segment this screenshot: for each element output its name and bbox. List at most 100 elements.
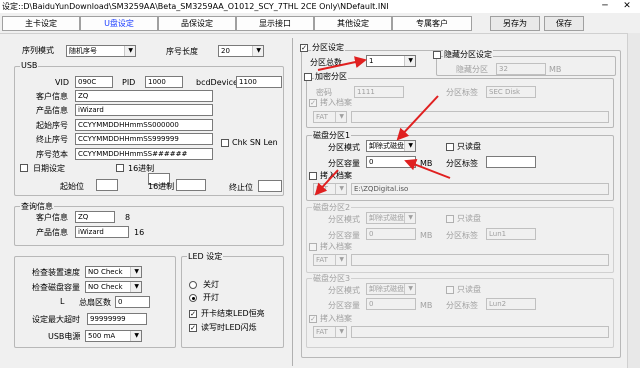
disk3-tag-input[interactable]: Lun2 bbox=[486, 298, 536, 310]
disk3-insert-checkbox[interactable]: ✓ bbox=[309, 315, 317, 323]
led-off-label: 关灯 bbox=[203, 280, 219, 289]
usb-power-label: USB电源 bbox=[48, 332, 81, 341]
disk3-mode-label: 分区模式 bbox=[328, 286, 360, 295]
start-pos-label: 起始位 bbox=[60, 182, 84, 191]
sectors-input[interactable]: 0 bbox=[115, 296, 150, 308]
disk1-tag-label: 分区标签 bbox=[446, 159, 478, 168]
hidden-part-label: 隐藏分区 bbox=[456, 65, 488, 74]
disk3-readonly-label: 只读盘 bbox=[457, 285, 481, 294]
save-as-button[interactable]: 另存为 bbox=[490, 16, 540, 31]
serial-mode-label: 序列模式 bbox=[22, 46, 54, 55]
capacity-select[interactable]: NO Check ▼ bbox=[85, 281, 142, 293]
speed-select[interactable]: NO Check ▼ bbox=[85, 266, 142, 278]
disk1-cap-label: 分区容量 bbox=[328, 159, 360, 168]
save-button[interactable]: 保存 bbox=[544, 16, 584, 31]
encrypt-fat-select[interactable]: FAT ▼ bbox=[313, 111, 347, 123]
password-input[interactable]: 1111 bbox=[354, 86, 404, 98]
encrypt-tag-input[interactable]: SEC Disk bbox=[486, 86, 536, 98]
window-titlebar: 设定::D\BaiduYunDownload\SM3259AA\Beta_SM3… bbox=[0, 0, 640, 13]
led-blink-checkbox[interactable]: ✓ bbox=[189, 324, 197, 332]
hidden-part-input[interactable]: 32 bbox=[496, 63, 546, 75]
pid-input[interactable]: 1000 bbox=[145, 76, 183, 88]
disk2-mode-select[interactable]: 卸除式磁盘 ▼ bbox=[366, 212, 416, 224]
serial-mode-select[interactable]: 随机序号 ▼ bbox=[66, 45, 136, 57]
disk1-mode-select[interactable]: 卸除式磁盘 ▼ bbox=[366, 140, 416, 152]
tab-main-card[interactable]: 主卡设定 bbox=[2, 16, 80, 31]
disk1-fat-select[interactable]: FAT ▼ bbox=[313, 183, 347, 195]
disk1-tag-input[interactable] bbox=[486, 156, 536, 168]
disk3-mode-select[interactable]: 卸除式磁盘 ▼ bbox=[366, 283, 416, 295]
disk1-insert-checkbox[interactable] bbox=[309, 172, 317, 180]
led-on-radio[interactable] bbox=[189, 294, 197, 302]
chevron-down-icon: ▼ bbox=[408, 142, 413, 149]
encrypt-insert-checkbox[interactable]: ✓ bbox=[309, 99, 317, 107]
disk1-cap-input[interactable]: 0 bbox=[366, 156, 416, 168]
max-timeout-input[interactable]: 99999999 bbox=[87, 313, 147, 325]
disk2-tag-input[interactable]: Lun1 bbox=[486, 228, 536, 240]
end-sn-input[interactable]: CCYYMMDDHHmmSS999999 bbox=[75, 133, 213, 145]
disk2-cap-label: 分区容量 bbox=[328, 231, 360, 240]
bcd-input[interactable]: 1100 bbox=[236, 76, 282, 88]
tab-udisk[interactable]: U盘设定 bbox=[80, 16, 158, 31]
scrollbar[interactable] bbox=[627, 33, 640, 368]
minimize-icon[interactable]: ─ bbox=[598, 0, 612, 13]
date-setting-label: 日期设定 bbox=[33, 164, 65, 173]
disk2-cap-input[interactable]: 0 bbox=[366, 228, 416, 240]
query-customer-input[interactable]: ZQ bbox=[75, 211, 115, 223]
disk3-fat-select[interactable]: FAT ▼ bbox=[313, 326, 347, 338]
disk2-insert-checkbox[interactable] bbox=[309, 243, 317, 251]
query-product-input[interactable]: iWizard bbox=[75, 226, 129, 238]
partition-setting-checkbox[interactable]: ✓ bbox=[300, 44, 308, 52]
start-pos-input[interactable] bbox=[96, 179, 118, 191]
disk3-file-input[interactable] bbox=[351, 326, 609, 338]
encrypt-file-input[interactable] bbox=[351, 111, 609, 123]
tab-display[interactable]: 显示接口 bbox=[236, 16, 314, 31]
disk1-iso-input[interactable]: E:\ZQDigital.iso bbox=[351, 183, 609, 195]
chevron-down-icon: ▼ bbox=[134, 332, 139, 339]
disk2-tag-label: 分区标签 bbox=[446, 231, 478, 240]
serial-len-select[interactable]: 20 ▼ bbox=[218, 45, 264, 57]
hidden-partition-checkbox[interactable] bbox=[433, 51, 441, 59]
disk2-file-input[interactable] bbox=[351, 254, 609, 266]
partition-count-select[interactable]: 1 ▼ bbox=[366, 55, 416, 67]
usb-power-select[interactable]: 500 mA ▼ bbox=[85, 330, 142, 342]
led-on-label: 开灯 bbox=[203, 293, 219, 302]
disk3-readonly-checkbox[interactable] bbox=[446, 286, 454, 294]
chk-sn-len-checkbox[interactable] bbox=[221, 139, 229, 147]
chevron-down-icon: ▼ bbox=[408, 285, 413, 292]
hex16-b-input[interactable] bbox=[176, 179, 206, 191]
tab-qa[interactable]: 品保设定 bbox=[158, 16, 236, 31]
product-label: 产品信息 bbox=[36, 106, 68, 115]
start-sn-input[interactable]: CCYYMMDDHHmmSS000000 bbox=[75, 119, 213, 131]
disk2-readonly-checkbox[interactable] bbox=[446, 215, 454, 223]
disk2-mode-label: 分区模式 bbox=[328, 215, 360, 224]
end-sn-label: 终止序号 bbox=[36, 135, 68, 144]
window-title: 设定::D\BaiduYunDownload\SM3259AA\Beta_SM3… bbox=[2, 2, 389, 11]
chevron-down-icon: ▼ bbox=[256, 47, 261, 54]
encrypt-insert-label: 拷入档案 bbox=[320, 98, 352, 107]
disk3-insert-label: 拷入档案 bbox=[320, 314, 352, 323]
tab-exclusive[interactable]: 专属客户 bbox=[392, 16, 472, 31]
query-customer-label: 客户信息 bbox=[36, 213, 68, 222]
end-pos-input[interactable] bbox=[258, 180, 282, 192]
disk1-mode-label: 分区模式 bbox=[328, 143, 360, 152]
sn-template-input[interactable]: CCYYMMDDHHmmSS###### bbox=[75, 148, 213, 160]
chevron-down-icon: ▼ bbox=[339, 113, 344, 120]
encrypt-checkbox[interactable] bbox=[304, 73, 312, 81]
tab-other[interactable]: 其他设定 bbox=[314, 16, 392, 31]
led-off-radio[interactable] bbox=[189, 281, 197, 289]
vid-input[interactable]: 090C bbox=[75, 76, 113, 88]
disk1-readonly-checkbox[interactable] bbox=[446, 143, 454, 151]
partition-setting-label: 分区设定 bbox=[311, 42, 345, 53]
customer-input[interactable]: ZQ bbox=[75, 90, 213, 102]
disk2-fat-select[interactable]: FAT ▼ bbox=[313, 254, 347, 266]
query-product-label: 产品信息 bbox=[36, 228, 68, 237]
led-end-checkbox[interactable]: ✓ bbox=[189, 310, 197, 318]
disk3-cap-input[interactable]: 0 bbox=[366, 298, 416, 310]
query-product-num: 16 bbox=[134, 228, 145, 237]
product-input[interactable]: iWizard bbox=[75, 104, 213, 116]
vid-label: VID bbox=[55, 78, 69, 87]
close-icon[interactable]: ✕ bbox=[620, 0, 634, 13]
date-setting-checkbox[interactable] bbox=[20, 164, 28, 172]
hex16-checkbox[interactable] bbox=[116, 164, 124, 172]
